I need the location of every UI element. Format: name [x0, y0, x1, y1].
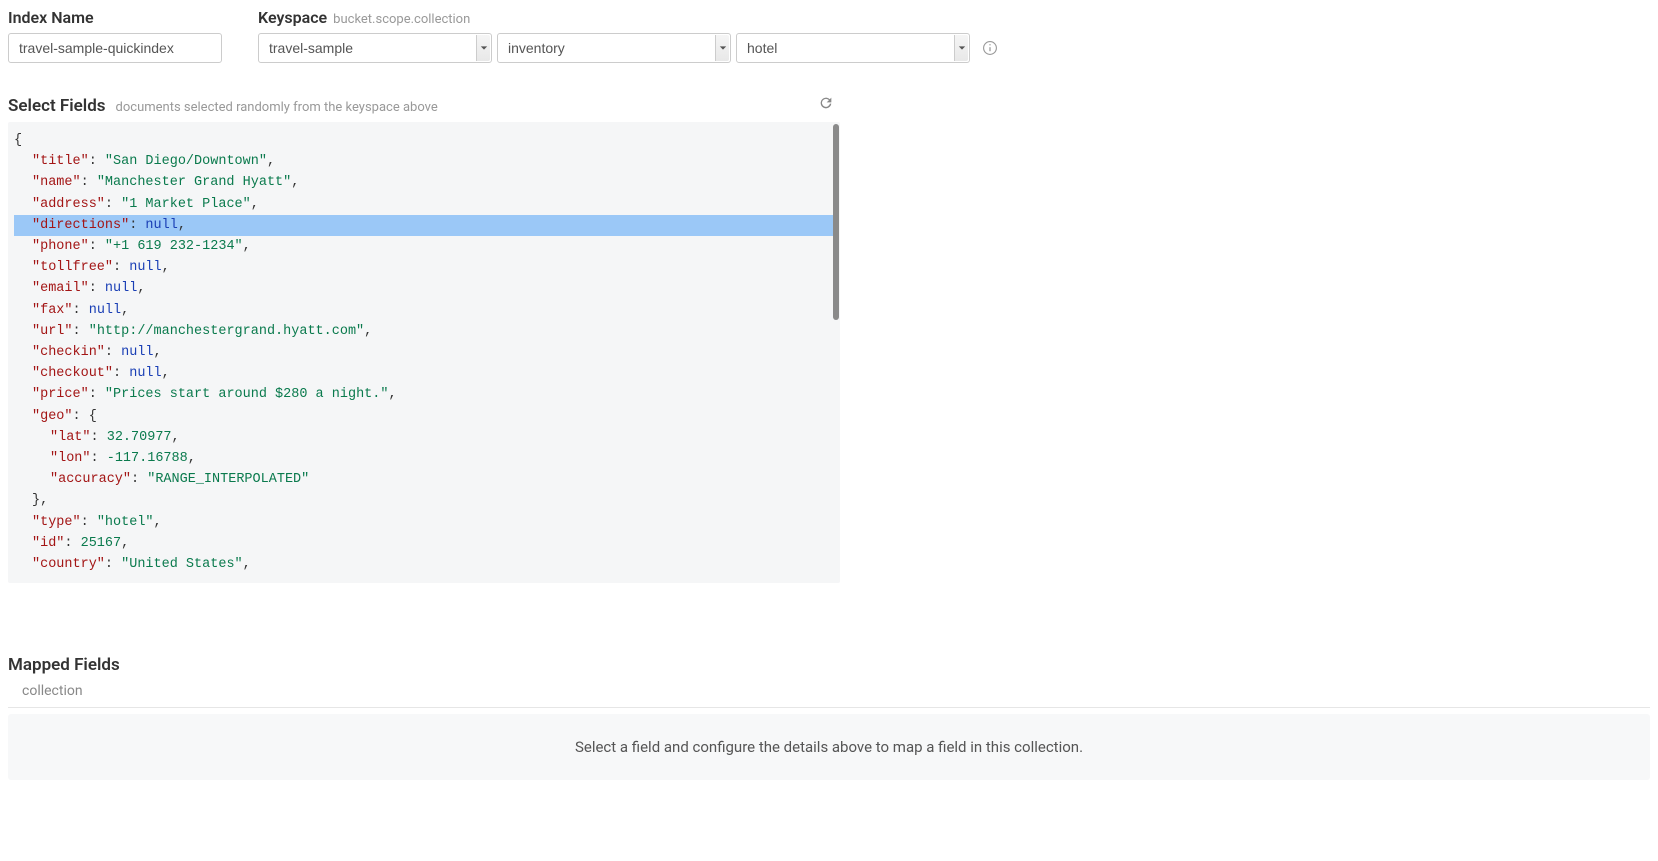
json-line[interactable]: { [14, 130, 834, 151]
json-line[interactable]: "directions": null, [14, 215, 834, 236]
json-line[interactable]: "accuracy": "RANGE_INTERPOLATED" [14, 469, 834, 490]
json-line[interactable]: "lat": 32.70977, [14, 427, 834, 448]
json-line[interactable]: "geo": { [14, 406, 834, 427]
scrollbar[interactable] [832, 122, 840, 583]
json-line[interactable]: "country": "United States", [14, 554, 834, 575]
refresh-icon[interactable] [818, 95, 840, 115]
scope-select[interactable]: inventory [497, 33, 731, 63]
json-line[interactable]: "email": null, [14, 278, 834, 299]
index-name-input[interactable] [8, 33, 222, 63]
scrollbar-thumb[interactable] [833, 124, 839, 320]
json-line[interactable]: "name": "Manchester Grand Hyatt", [14, 172, 834, 193]
json-line[interactable]: "type": "hotel", [14, 512, 834, 533]
json-viewer[interactable]: {"title": "San Diego/Downtown","name": "… [8, 122, 840, 583]
select-fields-section: Select Fields documents selected randoml… [8, 95, 840, 583]
keyspace-label: Keyspace [258, 8, 327, 27]
json-line[interactable]: "fax": null, [14, 300, 834, 321]
select-fields-title: Select Fields [8, 96, 106, 116]
json-line[interactable]: "phone": "+1 619 232-1234", [14, 236, 834, 257]
json-line[interactable]: "checkin": null, [14, 342, 834, 363]
json-line[interactable]: "price": "Prices start around $280 a nig… [14, 384, 834, 405]
keyspace-hint: bucket.scope.collection [333, 12, 470, 27]
mapped-fields-title: Mapped Fields [8, 655, 1650, 675]
collection-select[interactable]: hotel [736, 33, 970, 63]
json-line[interactable]: "tollfree": null, [14, 257, 834, 278]
json-line[interactable]: "address": "1 Market Place", [14, 194, 834, 215]
select-fields-hint: documents selected randomly from the key… [116, 100, 438, 115]
top-row: Index Name Keyspace bucket.scope.collect… [8, 8, 1650, 63]
json-line[interactable]: "title": "San Diego/Downtown", [14, 151, 834, 172]
index-name-group: Index Name [8, 8, 222, 63]
json-line[interactable]: "url": "http://manchestergrand.hyatt.com… [14, 321, 834, 342]
index-name-label: Index Name [8, 8, 94, 27]
bucket-select[interactable]: travel-sample [258, 33, 492, 63]
json-line[interactable]: }, [14, 490, 834, 511]
json-line[interactable]: "lon": -117.16788, [14, 448, 834, 469]
json-line[interactable]: "id": 25167, [14, 533, 834, 554]
mapped-fields-sub: collection [8, 683, 1650, 699]
mapped-fields-empty: Select a field and configure the details… [8, 714, 1650, 780]
json-line[interactable]: "checkout": null, [14, 363, 834, 384]
divider [8, 707, 1650, 708]
info-icon[interactable] [981, 39, 999, 57]
mapped-fields-section: Mapped Fields collection Select a field … [8, 655, 1650, 780]
keyspace-group: Keyspace bucket.scope.collection travel-… [258, 8, 999, 63]
